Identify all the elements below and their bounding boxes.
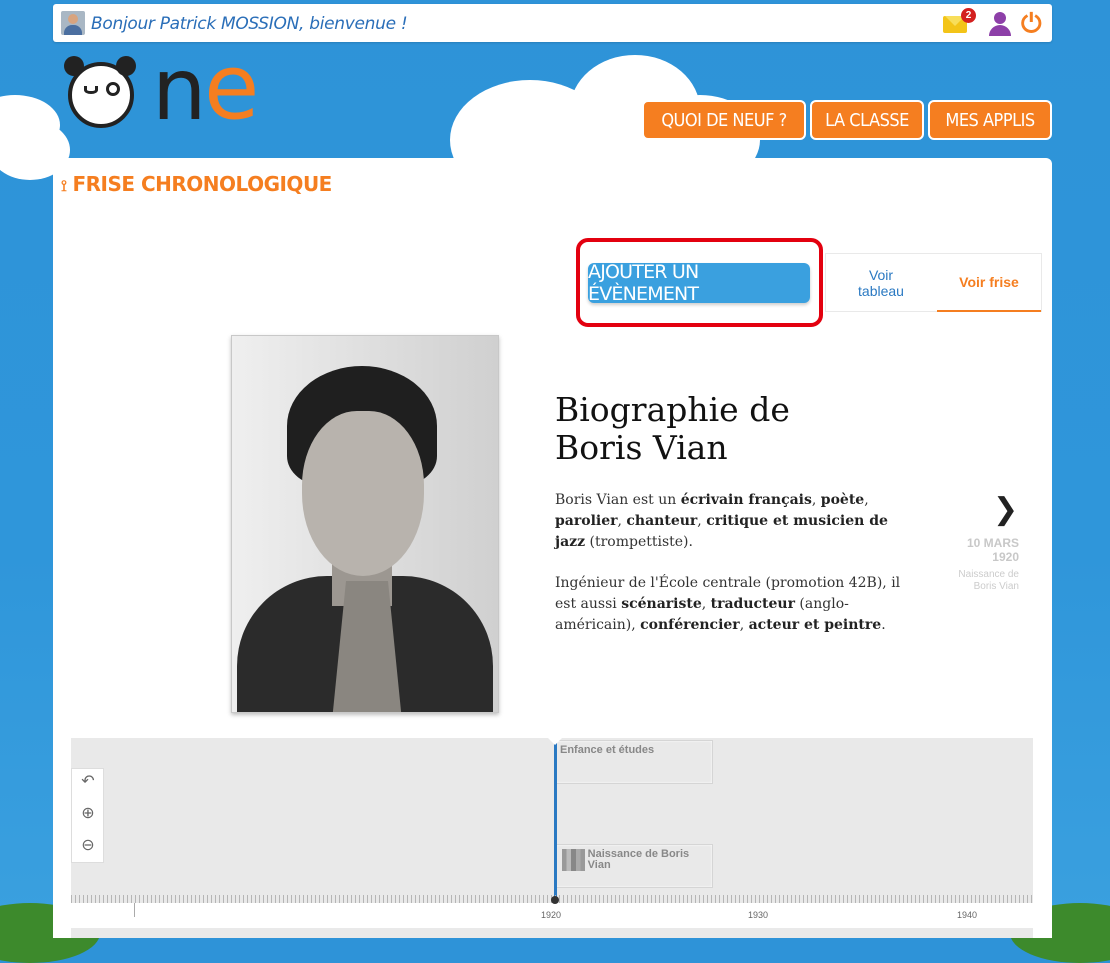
timeline-current-marker	[554, 738, 557, 900]
tab-view-table-line1: Voir	[868, 266, 894, 283]
tab-view-timeline[interactable]: Voir frise	[937, 254, 1041, 312]
power-icon[interactable]: ⏻	[1021, 10, 1049, 36]
tab-view-table-line2: tableau	[858, 282, 904, 299]
timeline-marker-dot	[551, 896, 559, 904]
nav-whats-new[interactable]: QUOI DE NEUF ?	[642, 100, 806, 140]
logo-n-glyph: n	[152, 40, 207, 140]
next-event-label-line2: Boris Vian	[973, 581, 1019, 592]
user-icon[interactable]	[987, 10, 1013, 36]
event-title: Biographie de Boris Vian	[555, 391, 855, 467]
timeline-year-label: 1930	[748, 910, 769, 920]
zoom-in-icon[interactable]: ⊕	[79, 805, 97, 823]
next-event-date-line1: 10 MARS	[966, 536, 1019, 550]
page-title-text: FRISE CHRONOLOGIQUE	[72, 172, 332, 196]
timeline-year-label: 1920	[541, 910, 562, 920]
timeline-controls: ↶ ⊕ ⊖	[71, 768, 104, 863]
tab-view-table[interactable]: Voir tableau	[826, 254, 936, 311]
timeline-marker-notch	[548, 738, 562, 745]
mail-icon[interactable]: 2	[941, 8, 976, 36]
timeline-year-label: 1940	[957, 910, 978, 920]
top-bar: Bonjour Patrick MOSSION, bienvenue ! 2 ⏻	[53, 4, 1052, 42]
next-event-date[interactable]: 10 MARS 1920	[933, 536, 1019, 564]
timeline-major-tick	[134, 903, 135, 917]
event-paragraph-2: Ingénieur de l'École centrale (promotion…	[555, 575, 901, 633]
timeline[interactable]: Enfance et études Naissance de Boris Via…	[71, 738, 1033, 938]
panda-logo-icon	[64, 56, 136, 128]
timeline-card-thumbnail	[562, 849, 585, 871]
avatar[interactable]	[61, 11, 85, 35]
zoom-out-icon[interactable]: ⊖	[79, 837, 97, 855]
add-event-button[interactable]: AJOUTER UN ÉVÈNEMENT	[588, 261, 810, 305]
timeline-card-birth[interactable]: Naissance de Boris Vian	[555, 844, 713, 888]
view-tabs: Voir tableau Voir frise	[825, 253, 1042, 312]
page-title: ⟟ FRISE CHRONOLOGIQUE	[61, 172, 332, 196]
timeline-card-birth-label: Naissance de Boris Vian	[587, 848, 690, 871]
timeline-card-childhood[interactable]: Enfance et études	[555, 740, 713, 784]
back-arrow-icon[interactable]: ↶	[79, 773, 97, 791]
one-logo[interactable]: n e	[64, 43, 276, 133]
next-event-label[interactable]: Naissance de Boris Vian	[933, 569, 1019, 593]
greeting: Bonjour Patrick MOSSION, bienvenue !	[91, 14, 408, 34]
event-title-line2: Boris Vian	[555, 428, 728, 467]
event-paragraph-1: Boris Vian est un écrivain français, poè…	[555, 492, 888, 550]
next-event-date-line2: 1920	[992, 550, 1019, 564]
nav-apps[interactable]: MES APPLIS	[928, 100, 1052, 140]
event-title-line1: Biographie de	[555, 390, 790, 429]
main-panel: ⟟ FRISE CHRONOLOGIQUE AJOUTER UN ÉVÈNEMEN…	[53, 158, 1052, 938]
event-photo	[231, 335, 499, 713]
mail-count-badge: 2	[961, 8, 976, 23]
nav-class[interactable]: LA CLASSE	[810, 100, 924, 140]
next-event-chevron-icon[interactable]: ❯	[993, 492, 1018, 527]
logo-e-glyph: e	[204, 35, 260, 140]
timeline-icon: ⟟	[61, 176, 67, 195]
next-event-label-line1: Naissance de	[958, 569, 1019, 580]
